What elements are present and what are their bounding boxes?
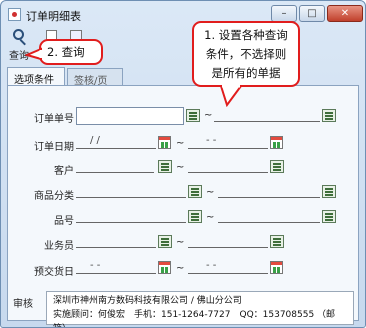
order-date-to-calendar-icon[interactable] — [270, 136, 283, 149]
condition-callout-line3: 是所有的单据 — [211, 66, 281, 80]
category-to-picker-icon[interactable] — [322, 185, 336, 198]
customer-to-input[interactable] — [188, 159, 268, 173]
delivery-date-from-calendar-icon[interactable] — [158, 261, 171, 274]
query-callout: 2. 查询 — [39, 39, 103, 65]
title-bar: 订单明细表 – □ ✕ — [1, 1, 365, 27]
condition-callout-line2: 条件，不选择则 — [205, 47, 287, 61]
delivery-date-from-input[interactable]: - - — [76, 260, 156, 274]
salesman-label: 业务员 — [44, 241, 74, 252]
category-from-picker-icon[interactable] — [188, 185, 202, 198]
item-no-to-input[interactable] — [218, 209, 320, 223]
order-no-tilde: ~ — [204, 110, 213, 121]
item-no-to-picker-icon[interactable] — [322, 210, 336, 223]
search-icon — [11, 29, 27, 46]
order-date-tilde: ~ — [176, 138, 185, 149]
order-date-from-calendar-icon[interactable] — [158, 136, 171, 149]
order-no-label: 订单单号 — [34, 114, 74, 125]
category-to-input[interactable] — [218, 184, 320, 198]
order-date-to-input[interactable]: - - — [188, 135, 268, 149]
salesman-to-input[interactable] — [188, 234, 268, 248]
item-no-from-picker-icon[interactable] — [188, 210, 202, 223]
tab-signoff-footer[interactable]: 签核/页脚 — [67, 68, 123, 102]
order-no-from-input[interactable] — [76, 107, 184, 125]
tab-options[interactable]: 选项条件 — [7, 67, 65, 86]
salesman-from-picker-icon[interactable] — [158, 235, 172, 248]
options-panel: 订单单号 ~ 订单日期 / / ~ - - 客户 ~ 商品分类 ~ 品号 ~ 业… — [7, 85, 359, 321]
condition-callout-tail — [219, 85, 243, 107]
delivery-date-tilde: ~ — [176, 263, 185, 274]
company-line: 深圳市神州南方数码科技有限公司 / 佛山分公司 — [53, 296, 242, 306]
category-from-input[interactable] — [76, 184, 186, 198]
customer-label: 客户 — [54, 166, 74, 177]
item-no-tilde: ~ — [206, 212, 215, 223]
app-icon — [8, 8, 21, 21]
item-no-from-input[interactable] — [76, 209, 186, 223]
item-no-label: 品号 — [54, 216, 74, 227]
minimize-button[interactable]: – — [271, 5, 297, 22]
customer-tilde: ~ — [176, 162, 185, 173]
customer-to-picker-icon[interactable] — [270, 160, 284, 173]
contact-line: 实施顾问：何俊宏 手机：151-1264-7727 QQ：153708555 （… — [53, 310, 336, 327]
order-no-from-picker-icon[interactable] — [186, 109, 200, 122]
order-no-to-input[interactable] — [214, 108, 320, 122]
order-detail-window: 订单明细表 – □ ✕ 查询 选项条件 签核/页脚 订单单号 ~ 订单日期 / — [0, 0, 366, 328]
maximize-button[interactable]: □ — [299, 5, 325, 22]
window-title: 订单明细表 — [26, 10, 81, 23]
customer-from-picker-icon[interactable] — [158, 160, 172, 173]
order-date-from-input[interactable]: / / — [76, 135, 156, 149]
category-label: 商品分类 — [34, 191, 74, 202]
salesman-from-input[interactable] — [76, 234, 156, 248]
close-button[interactable]: ✕ — [327, 5, 363, 22]
order-date-label: 订单日期 — [34, 142, 74, 153]
condition-callout-line1: 1. 设置各种查询 — [204, 28, 288, 42]
customer-from-input[interactable] — [76, 159, 154, 173]
contact-info-box: 深圳市神州南方数码科技有限公司 / 佛山分公司 实施顾问：何俊宏 手机：151-… — [46, 291, 354, 327]
delivery-date-to-input[interactable]: - - — [188, 260, 268, 274]
delivery-date-label: 预交货日 — [34, 267, 74, 278]
salesman-tilde: ~ — [176, 237, 185, 248]
query-callout-text: 2. 查询 — [47, 45, 85, 59]
condition-callout: 1. 设置各种查询 条件，不选择则 是所有的单据 — [192, 21, 300, 87]
salesman-to-picker-icon[interactable] — [270, 235, 284, 248]
approver-label: 审核 — [13, 299, 33, 310]
query-callout-tail — [25, 47, 43, 61]
order-no-to-picker-icon[interactable] — [322, 109, 336, 122]
category-tilde: ~ — [206, 187, 215, 198]
delivery-date-to-calendar-icon[interactable] — [270, 261, 283, 274]
